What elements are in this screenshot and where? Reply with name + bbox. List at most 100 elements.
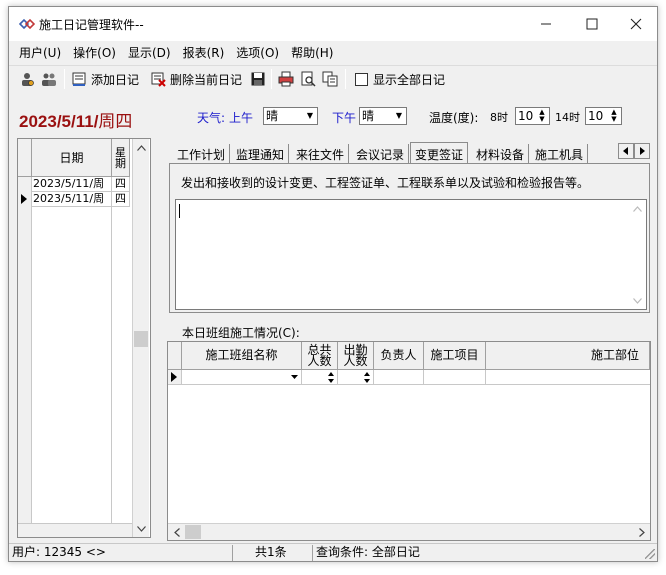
col-header-location[interactable]: 施工部位 — [486, 342, 650, 370]
add-diary-button[interactable]: 添加日记 — [71, 69, 139, 89]
delete-diary-button[interactable]: 删除当前日记 — [150, 69, 242, 89]
temp-14pm-spinner[interactable]: 10 ▲ ▼ — [585, 107, 622, 125]
chevron-up-icon — [633, 205, 642, 212]
col-header-responsible[interactable]: 负责人 — [374, 342, 424, 370]
chevron-down-icon — [137, 525, 146, 532]
date-cell[interactable]: 2023/5/11/周 — [32, 177, 112, 192]
col-header-total-people[interactable]: 总共人数 — [302, 342, 338, 370]
status-query: 查询条件: 全部日记 — [316, 545, 420, 559]
menu-user[interactable]: 用户(U) — [13, 41, 67, 63]
weekday-cell[interactable]: 四 — [112, 192, 130, 207]
menu-report[interactable]: 报表(R) — [177, 41, 231, 63]
col-header-project[interactable]: 施工项目 — [424, 342, 486, 370]
save-button[interactable] — [250, 69, 266, 89]
weather-label: 天气: 上午 — [197, 107, 253, 127]
toolbar-separator — [345, 69, 346, 89]
spin-arrows-icon[interactable] — [328, 372, 334, 383]
tab-scroll-left[interactable] — [618, 143, 634, 159]
crew-name-combo[interactable] — [182, 370, 302, 385]
dropdown-arrow-icon[interactable]: ▼ — [303, 108, 317, 124]
print-button[interactable] — [278, 69, 294, 89]
tab-construction-machinery[interactable]: 施工机具 — [531, 144, 589, 163]
tab-description: 发出和接收到的设计变更、工程签证单、工程联系单以及试验和检验报告等。 — [181, 176, 590, 190]
menu-operation[interactable]: 操作(O) — [67, 41, 122, 63]
maximize-button[interactable] — [569, 7, 615, 41]
user-settings-button[interactable] — [19, 69, 35, 89]
current-row-pointer-icon — [21, 194, 27, 204]
crew-grid[interactable]: 施工班组名称 总共人数 出勤人数 负责人 施工项目 施工部位 — [167, 341, 651, 541]
users-button[interactable] — [41, 69, 57, 89]
responsible-cell[interactable] — [374, 370, 424, 385]
temp-8am-spinner[interactable]: 10 ▲ ▼ — [515, 107, 550, 125]
users-icon — [42, 73, 56, 86]
date-row-current[interactable]: 2023/5/11/周 四 — [18, 192, 130, 207]
tab-materials-equipment[interactable]: 材料设备 — [472, 144, 530, 163]
col-header-weekday[interactable]: 星期 — [112, 139, 130, 177]
project-cell[interactable] — [424, 370, 486, 385]
spin-arrows-icon[interactable]: ▲ ▼ — [607, 108, 621, 124]
total-people-spinner[interactable] — [302, 370, 338, 385]
am-weather-value: 晴 — [266, 109, 279, 123]
save-icon — [251, 72, 265, 86]
weekday-cell[interactable]: 四 — [112, 177, 130, 192]
change-visa-memo[interactable] — [175, 199, 647, 310]
pm-label: 下午 — [332, 110, 357, 125]
date-list-vscrollbar[interactable] — [132, 139, 149, 537]
row-indicator-header — [168, 342, 182, 370]
tab-work-plan[interactable]: 工作计划 — [173, 144, 231, 163]
scroll-up-arrow[interactable] — [133, 139, 150, 156]
menu-options[interactable]: 选项(O) — [230, 41, 285, 63]
status-record-count: 共1条 — [233, 545, 313, 561]
col-header-date[interactable]: 日期 — [32, 139, 112, 177]
scroll-down-arrow[interactable] — [133, 520, 150, 537]
chevron-right-icon — [638, 528, 645, 537]
crew-hscrollbar[interactable] — [168, 523, 650, 540]
menu-display[interactable]: 显示(D) — [122, 41, 177, 63]
tab-correspondence[interactable]: 来往文件 — [292, 144, 350, 163]
tab-change-visa[interactable]: 变更签证 — [410, 142, 469, 164]
arrow-right-icon — [640, 147, 645, 155]
scroll-thumb[interactable] — [134, 331, 148, 347]
resize-grip-icon[interactable] — [645, 549, 655, 559]
current-date: 2023/5/11/ — [19, 112, 99, 131]
col-header-attendance[interactable]: 出勤人数 — [338, 342, 374, 370]
tab-meeting-minutes[interactable]: 会议记录 — [352, 144, 410, 163]
print-preview-button[interactable] — [300, 69, 316, 89]
am-weather-select[interactable]: 晴 ▼ — [263, 107, 318, 125]
pm-weather-select[interactable]: 晴 ▼ — [359, 107, 407, 125]
checkbox-box[interactable] — [355, 72, 368, 86]
copy-icon — [322, 71, 338, 87]
temp-14pm-label: 14时 — [555, 111, 580, 124]
col-header-crew-name[interactable]: 施工班组名称 — [182, 342, 302, 370]
tab-supervision-notice[interactable]: 监理通知 — [232, 144, 290, 163]
menu-help[interactable]: 帮助(H) — [285, 41, 339, 63]
memo-vscrollbar[interactable] — [629, 200, 646, 309]
add-diary-label: 添加日记 — [91, 72, 140, 87]
date-list-grid[interactable]: 日期 星期 2023/5/11/周 四 2023/5/11/周 四 — [17, 138, 151, 538]
spin-arrows-icon[interactable]: ▲ ▼ — [535, 108, 549, 124]
scroll-right-arrow[interactable] — [633, 524, 650, 541]
show-all-diary-checkbox[interactable]: 显示全部日记 — [355, 69, 445, 89]
current-weekday: 周四 — [98, 112, 133, 131]
tab-scroll-right[interactable] — [634, 143, 650, 159]
minimize-button[interactable] — [523, 7, 569, 41]
current-date-heading: 2023/5/11/周四 — [19, 107, 132, 132]
attendance-spinner[interactable] — [338, 370, 374, 385]
close-button[interactable] — [613, 7, 659, 41]
dropdown-arrow-icon[interactable]: ▼ — [392, 108, 406, 124]
spin-arrows-icon[interactable] — [364, 372, 370, 383]
date-cell[interactable]: 2023/5/11/周 — [32, 192, 112, 207]
location-cell[interactable] — [486, 370, 650, 385]
scroll-left-arrow[interactable] — [168, 524, 185, 541]
dropdown-arrow-icon[interactable] — [291, 375, 298, 379]
row-indicator — [18, 192, 32, 207]
copy-button[interactable] — [322, 69, 338, 89]
crew-section-label: 本日班组施工情况(C): — [182, 326, 300, 340]
scroll-thumb[interactable] — [185, 525, 201, 539]
scroll-up-arrow[interactable] — [629, 200, 646, 217]
print-preview-icon — [301, 71, 316, 87]
user-gear-icon — [22, 73, 34, 86]
date-row[interactable]: 2023/5/11/周 四 — [18, 177, 130, 192]
scroll-down-arrow[interactable] — [629, 292, 646, 309]
text-caret — [179, 204, 180, 218]
